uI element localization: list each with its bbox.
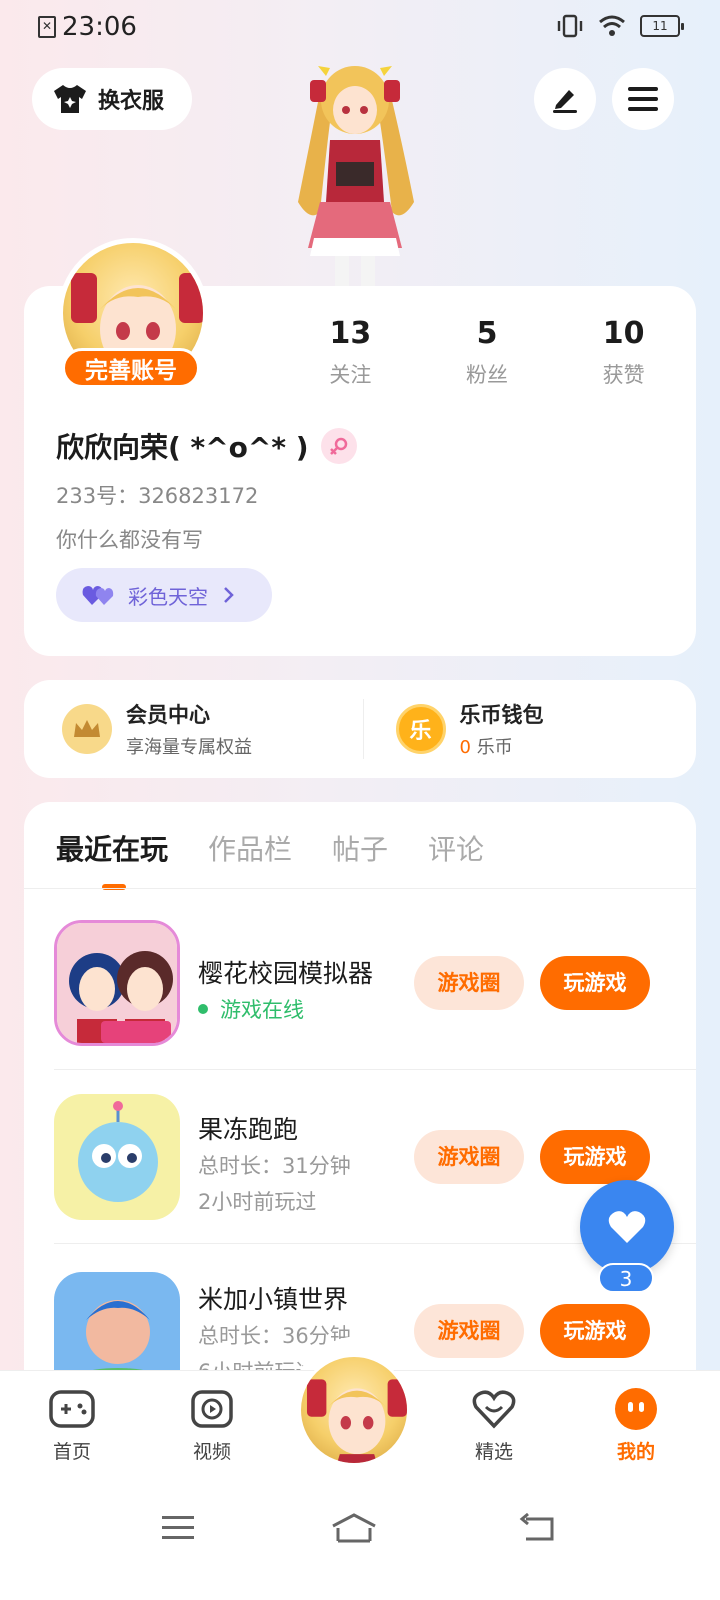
- female-icon: [320, 428, 357, 464]
- user-bio: 你什么都没有写: [56, 528, 203, 552]
- nav-featured[interactable]: 精选: [444, 1387, 544, 1464]
- play-game-button[interactable]: 玩游戏: [540, 956, 650, 1010]
- gamepad-icon: [48, 1387, 96, 1431]
- vip-title: 会员中心: [126, 703, 210, 727]
- online-dot: [198, 1004, 208, 1014]
- game-circle-button[interactable]: 游戏圈: [414, 1304, 524, 1358]
- favorite-count-badge: 3: [598, 1263, 654, 1293]
- status-icons: 11: [556, 14, 684, 38]
- vibrate-icon: [557, 14, 583, 38]
- nav-label: 视频: [192, 1441, 231, 1463]
- video-play-icon: [188, 1387, 236, 1431]
- back-button[interactable]: [508, 1508, 568, 1548]
- game-last-played: 2小时前玩过: [198, 1190, 317, 1214]
- wallet-balance: 0 乐币: [460, 733, 544, 759]
- no-sim-icon: ✕: [38, 16, 56, 38]
- floating-favorite-button[interactable]: [580, 1180, 674, 1274]
- nav-mine[interactable]: 我的: [586, 1387, 686, 1464]
- stat-value: 13: [329, 316, 372, 351]
- tab-indicator: [102, 884, 126, 890]
- dress-up-label: 换衣服: [98, 89, 165, 114]
- username-row: 欣欣向荣( *^o^* ): [56, 426, 357, 466]
- wifi-icon: [599, 15, 625, 36]
- tab-works[interactable]: 作品栏: [208, 828, 292, 868]
- wallet-amount: 0: [459, 737, 471, 758]
- shirt-icon: [54, 85, 86, 113]
- nav-label: 首页: [52, 1441, 91, 1463]
- hearts-icon: [82, 586, 114, 605]
- member-card: 会员中心 享海量专属权益 乐 乐币钱包 0 乐币: [24, 680, 696, 778]
- username: 欣欣向荣( *^o^* ): [56, 431, 309, 464]
- profile-tag-chip[interactable]: 彩色天空: [56, 568, 272, 622]
- hamburger-icon: [628, 87, 658, 111]
- stat-label: 粉丝: [466, 363, 508, 387]
- center-avatar-button[interactable]: [298, 1354, 410, 1466]
- user-id: 233号：326823172: [56, 484, 259, 508]
- pen-icon: [553, 90, 577, 113]
- tab-divider: [24, 888, 696, 889]
- nav-label: 精选: [474, 1441, 513, 1463]
- coin-icon: 乐: [395, 704, 446, 754]
- tab-recent-play[interactable]: 最近在玩: [56, 828, 168, 868]
- finish-account-badge[interactable]: 完善账号: [62, 348, 200, 388]
- crown-icon: [62, 704, 112, 754]
- battery-icon: 11: [640, 15, 684, 37]
- vip-subtitle: 享海量专属权益: [126, 737, 252, 758]
- profile-stats: 13 关注 5 粉丝 10 获赞: [282, 316, 692, 389]
- game-icon-sakura: [54, 920, 180, 1046]
- game-icon-jelly-run: [54, 1094, 180, 1220]
- system-nav-bar: [0, 1480, 720, 1600]
- stat-likes[interactable]: 10 获赞: [555, 316, 692, 389]
- wallet-title: 乐币钱包: [459, 703, 544, 727]
- game-circle-button[interactable]: 游戏圈: [414, 956, 524, 1010]
- nav-label: 我的: [616, 1441, 655, 1463]
- heart-outline-icon: [470, 1387, 518, 1431]
- home-button[interactable]: [324, 1508, 384, 1548]
- stat-followers[interactable]: 5 粉丝: [419, 316, 556, 389]
- stat-label: 关注: [329, 363, 372, 387]
- wallet-unit: 乐币: [476, 737, 513, 758]
- games-card: 最近在玩 作品栏 帖子 评论 樱花校园模拟器 游戏在线 游戏圈 玩游戏 果冻跑跑…: [24, 802, 696, 1402]
- status-bar: ✕ 23:06 11: [0, 0, 720, 56]
- game-duration: 总时长：31分钟: [198, 1154, 351, 1178]
- nav-home[interactable]: 首页: [22, 1387, 122, 1464]
- heart-icon: [608, 1211, 646, 1243]
- tab-comments[interactable]: 评论: [428, 828, 484, 868]
- tab-posts[interactable]: 帖子: [332, 828, 388, 868]
- status-text: 游戏在线: [220, 998, 304, 1022]
- stat-value: 5: [476, 316, 498, 351]
- stat-value: 10: [602, 316, 645, 351]
- status-time: 23:06: [62, 12, 137, 42]
- play-game-button[interactable]: 玩游戏: [540, 1130, 650, 1184]
- game-circle-button[interactable]: 游戏圈: [414, 1130, 524, 1184]
- play-game-button[interactable]: 玩游戏: [540, 1304, 650, 1358]
- game-name: 果冻跑跑: [198, 1115, 299, 1144]
- vip-center-entry[interactable]: 会员中心 享海量专属权益: [24, 680, 363, 778]
- menu-button[interactable]: [612, 68, 674, 130]
- nav-video[interactable]: 视频: [162, 1387, 262, 1464]
- stat-label: 获赞: [602, 363, 645, 387]
- stat-following[interactable]: 13 关注: [282, 316, 419, 389]
- mine-face-icon: [612, 1387, 660, 1431]
- avatar-character-figure[interactable]: [280, 52, 430, 288]
- game-name: 樱花校园模拟器: [198, 959, 374, 988]
- game-name: 米加小镇世界: [198, 1285, 349, 1314]
- game-row[interactable]: 樱花校园模拟器 游戏在线 游戏圈 玩游戏: [24, 896, 696, 1070]
- chevron-right-icon: [224, 587, 234, 603]
- coin-char: 乐: [409, 719, 432, 744]
- edit-button[interactable]: [534, 68, 596, 130]
- tag-label: 彩色天空: [128, 584, 208, 609]
- profile-card: 完善账号 13 关注 5 粉丝 10 获赞 欣欣向荣( *^o^* ) 233号…: [24, 238, 696, 656]
- game-online-status: 游戏在线: [198, 994, 304, 1024]
- content-tabs: 最近在玩 作品栏 帖子 评论: [56, 828, 484, 868]
- recent-apps-button[interactable]: [148, 1508, 208, 1548]
- back-icon: [519, 1513, 554, 1541]
- home-icon: [332, 1513, 376, 1543]
- menu-lines-icon: [162, 1516, 194, 1539]
- dress-up-button[interactable]: 换衣服: [32, 68, 192, 130]
- wallet-entry[interactable]: 乐 乐币钱包 0 乐币: [364, 680, 697, 778]
